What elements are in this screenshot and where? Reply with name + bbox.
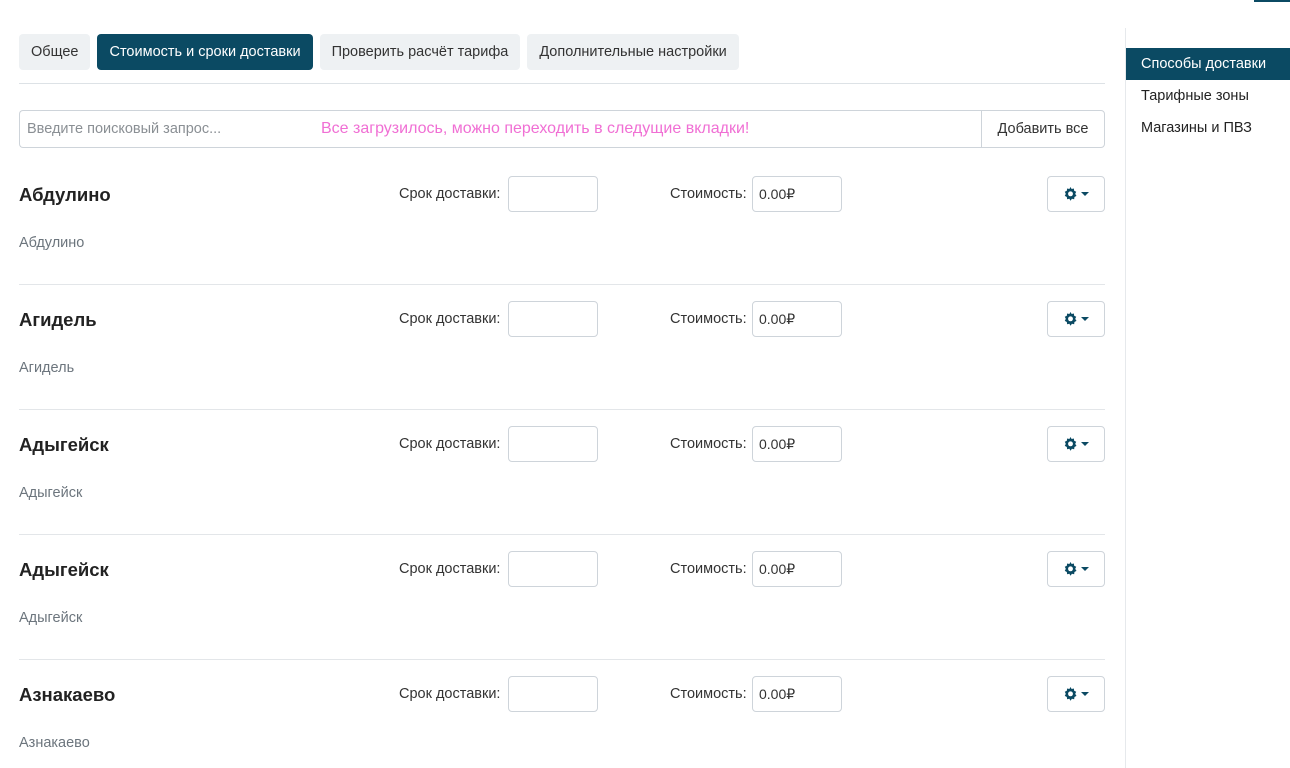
gear-icon (1063, 686, 1078, 702)
top-corner-indicator (1254, 0, 1290, 2)
city-row: Азнакаево Азнакаево Срок доставки: Стоим… (19, 660, 1105, 768)
city-name: Абдулино (19, 184, 111, 205)
city-subtitle: Адыгейск (19, 485, 83, 501)
tabs-divider (19, 83, 1105, 84)
tab-delivery-cost-and-terms[interactable]: Стоимость и сроки доставки (97, 34, 313, 70)
caret-down-icon (1081, 191, 1089, 197)
delivery-term-label: Срок доставки: (399, 311, 501, 327)
settings-tabs: Общее Стоимость и сроки доставки Провери… (19, 34, 739, 70)
cost-label: Стоимость: (670, 686, 747, 702)
tab-additional-settings[interactable]: Дополнительные настройки (527, 34, 739, 70)
delivery-term-input[interactable] (508, 551, 598, 587)
cost-label: Стоимость: (670, 311, 747, 327)
city-name: Адыгейск (19, 559, 109, 580)
city-list: Абдулино Абдулино Срок доставки: Стоимос… (19, 160, 1105, 768)
gear-icon (1063, 561, 1078, 577)
sidebar-item-stores-and-pickup[interactable]: Магазины и ПВЗ (1126, 112, 1290, 144)
delivery-term-input[interactable] (508, 426, 598, 462)
sidebar-menu: Способы доставки Тарифные зоны Магазины … (1126, 48, 1290, 144)
delivery-term-label: Срок доставки: (399, 561, 501, 577)
city-row: Адыгейск Адыгейск Срок доставки: Стоимос… (19, 535, 1105, 660)
city-subtitle: Агидель (19, 360, 75, 376)
sidebar-item-tariff-zones[interactable]: Тарифные зоны (1126, 80, 1290, 112)
cost-input[interactable] (752, 551, 842, 587)
tab-check-tariff[interactable]: Проверить расчёт тарифа (319, 34, 521, 70)
city-row: Адыгейск Адыгейск Срок доставки: Стоимос… (19, 410, 1105, 535)
main-content: Общее Стоимость и сроки доставки Провери… (19, 0, 1105, 768)
row-actions-button[interactable] (1047, 301, 1105, 337)
caret-down-icon (1081, 566, 1089, 572)
delivery-term-label: Срок доставки: (399, 436, 501, 452)
delivery-term-input[interactable] (508, 676, 598, 712)
caret-down-icon (1081, 691, 1089, 697)
caret-down-icon (1081, 316, 1089, 322)
search-wrap: Все загрузилось, можно переходить в след… (19, 110, 981, 148)
city-row: Агидель Агидель Срок доставки: Стоимость… (19, 285, 1105, 410)
cost-label: Стоимость: (670, 436, 747, 452)
row-actions-button[interactable] (1047, 176, 1105, 212)
city-subtitle: Адыгейск (19, 610, 83, 626)
right-sidebar: Способы доставки Тарифные зоны Магазины … (1125, 28, 1290, 768)
sidebar-item-delivery-methods[interactable]: Способы доставки (1126, 48, 1290, 80)
cost-label: Стоимость: (670, 561, 747, 577)
cost-input[interactable] (752, 176, 842, 212)
delivery-term-input[interactable] (508, 301, 598, 337)
cost-label: Стоимость: (670, 186, 747, 202)
city-name: Агидель (19, 309, 97, 330)
search-input[interactable] (19, 110, 981, 148)
gear-icon (1063, 436, 1078, 452)
tab-general[interactable]: Общее (19, 34, 91, 70)
city-subtitle: Абдулино (19, 235, 85, 251)
row-actions-button[interactable] (1047, 676, 1105, 712)
delivery-term-label: Срок доставки: (399, 686, 501, 702)
page: Общее Стоимость и сроки доставки Провери… (0, 0, 1290, 768)
delivery-term-label: Срок доставки: (399, 186, 501, 202)
city-subtitle: Азнакаево (19, 735, 90, 751)
gear-icon (1063, 311, 1078, 327)
search-group: Все загрузилось, можно переходить в след… (19, 110, 1105, 148)
row-actions-button[interactable] (1047, 426, 1105, 462)
caret-down-icon (1081, 441, 1089, 447)
add-all-button[interactable]: Добавить все (981, 110, 1105, 148)
gear-icon (1063, 186, 1078, 202)
cost-input[interactable] (752, 426, 842, 462)
row-actions-button[interactable] (1047, 551, 1105, 587)
delivery-term-input[interactable] (508, 176, 598, 212)
cost-input[interactable] (752, 676, 842, 712)
cost-input[interactable] (752, 301, 842, 337)
city-row: Абдулино Абдулино Срок доставки: Стоимос… (19, 160, 1105, 285)
city-name: Адыгейск (19, 434, 109, 455)
city-name: Азнакаево (19, 684, 116, 705)
